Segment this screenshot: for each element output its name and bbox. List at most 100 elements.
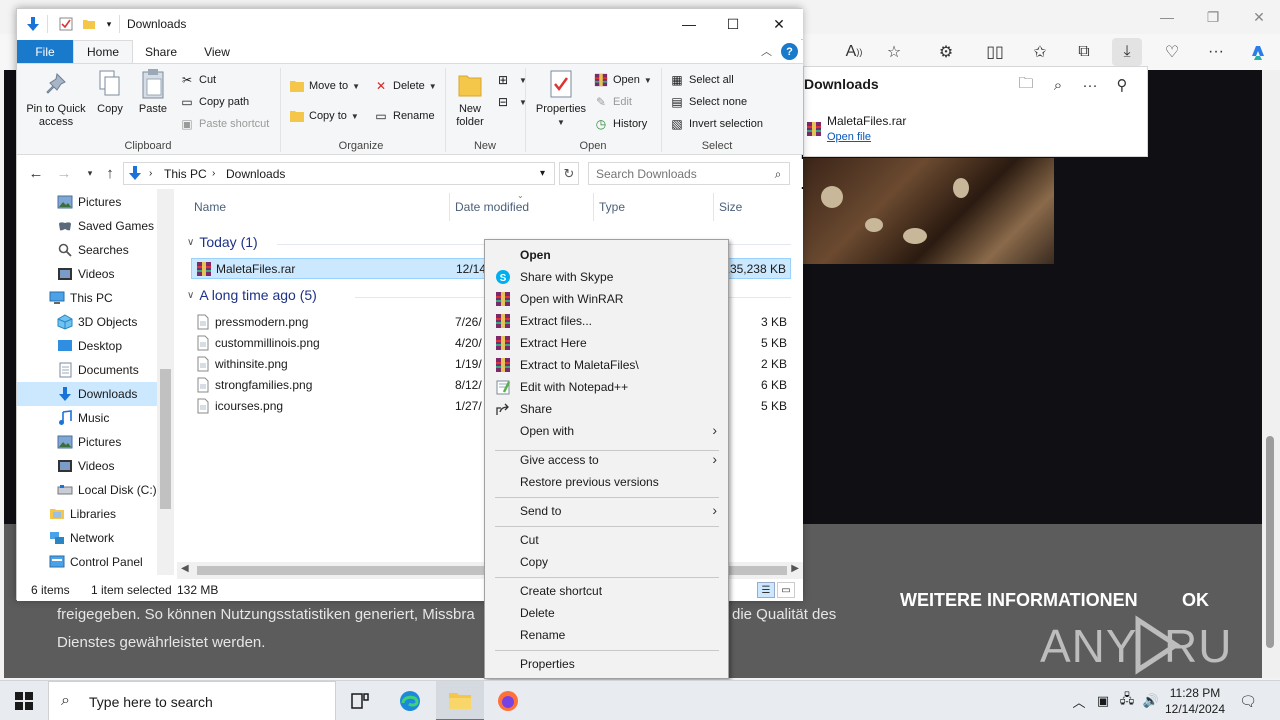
breadcrumb-downloads[interactable]: Downloads xyxy=(226,167,285,181)
more-options-icon[interactable]: ··· xyxy=(1080,75,1100,95)
copy-to-button[interactable]: Copy to ▼ xyxy=(289,108,359,124)
taskbar-search-box[interactable]: ⌕ Type here to search xyxy=(48,681,336,720)
read-aloud-icon[interactable]: A)) xyxy=(840,40,868,64)
delete-button[interactable]: ✕ Delete ▼ xyxy=(373,78,437,94)
start-button[interactable] xyxy=(0,681,48,720)
network-icon[interactable]: 🖧 xyxy=(1118,691,1136,710)
properties-button[interactable]: Properties ▼ xyxy=(531,68,591,129)
menu-item-share[interactable]: Share xyxy=(488,398,725,420)
forward-button[interactable]: → xyxy=(53,163,75,183)
help-icon[interactable]: ? xyxy=(781,43,798,60)
address-bar[interactable]: › This PC › Downloads ▾ xyxy=(123,162,555,185)
navigation-scroll-thumb[interactable] xyxy=(160,369,171,509)
scroll-left-icon[interactable]: ◀ xyxy=(181,563,189,574)
copy-path-button[interactable]: ▭ Copy path xyxy=(179,94,249,110)
nav-item-local-disk[interactable]: Local Disk (C:) xyxy=(17,478,157,502)
browser-minimize-button[interactable]: — xyxy=(1144,0,1190,34)
clock[interactable]: 11:28 PM 12/14/2024 xyxy=(1160,685,1230,717)
column-header-name[interactable]: Name xyxy=(194,200,226,214)
browser-restore-button[interactable]: ❐ xyxy=(1190,0,1236,34)
favorite-star-icon[interactable]: ☆ xyxy=(880,40,908,64)
nav-item-pictures[interactable]: Pictures xyxy=(17,190,157,214)
large-icons-view-icon[interactable]: ▭ xyxy=(777,582,795,598)
split-screen-icon[interactable]: ▯▯ xyxy=(981,40,1009,64)
column-separator[interactable] xyxy=(449,193,450,221)
tab-share[interactable]: Share xyxy=(137,40,185,63)
menu-item-open[interactable]: Open xyxy=(488,244,725,266)
cookie-ok-button[interactable]: OK xyxy=(1182,590,1209,611)
new-item-button[interactable]: ⊞ ▼ xyxy=(495,72,527,88)
show-hidden-icons-icon[interactable]: ︿ xyxy=(1070,692,1088,710)
breadcrumb-this-pc[interactable]: This PC xyxy=(164,167,207,181)
cut-button[interactable]: ✂ Cut xyxy=(179,72,216,88)
move-to-button[interactable]: Move to ▼ xyxy=(289,78,360,94)
column-separator[interactable] xyxy=(713,193,714,221)
minimize-button[interactable]: — xyxy=(666,9,712,39)
notification-icon[interactable]: 🗨 xyxy=(1238,691,1258,711)
nav-item-pictures[interactable]: Pictures xyxy=(17,430,157,454)
menu-item-share-skype[interactable]: S Share with Skype xyxy=(488,266,725,288)
address-dropdown-icon[interactable]: ▾ xyxy=(540,168,545,179)
nav-item-network[interactable]: Network xyxy=(17,526,157,550)
nav-item-this-pc[interactable]: This PC xyxy=(17,286,157,310)
new-folder-qat-icon[interactable] xyxy=(81,16,97,32)
pin-to-quick-access-button[interactable]: Pin to Quick access xyxy=(23,68,89,129)
details-view-icon[interactable]: ☰ xyxy=(757,582,775,598)
nav-item-documents[interactable]: Documents xyxy=(17,358,157,382)
maximize-button[interactable]: ☐ xyxy=(710,9,756,39)
menu-item-send-to[interactable]: Send to › xyxy=(488,500,725,522)
browser-essentials-icon[interactable]: ♡ xyxy=(1158,40,1186,64)
tab-view[interactable]: View xyxy=(193,40,241,63)
column-header-date[interactable]: Date modified xyxy=(455,200,529,214)
menu-item-open-winrar[interactable]: Open with WinRAR xyxy=(488,288,725,310)
refresh-icon[interactable]: ↻ xyxy=(559,162,579,185)
scroll-right-icon[interactable]: ▶ xyxy=(791,563,799,574)
task-view-button[interactable] xyxy=(336,681,384,720)
tray-device-icon[interactable]: ▣ xyxy=(1094,692,1112,710)
browser-close-button[interactable]: ✕ xyxy=(1236,0,1280,34)
group-header-long-ago[interactable]: ∨ A long time ago (5) xyxy=(187,287,317,303)
more-options-icon[interactable]: ··· xyxy=(1202,40,1230,64)
new-folder-button[interactable]: New folder xyxy=(449,68,491,129)
menu-item-cut[interactable]: Cut xyxy=(488,529,725,551)
column-header-type[interactable]: Type xyxy=(599,200,625,214)
recent-locations-button[interactable]: ▾ xyxy=(79,163,101,183)
nav-item-music[interactable]: Music xyxy=(17,406,157,430)
nav-item-saved-games[interactable]: Saved Games xyxy=(17,214,157,238)
invert-selection-button[interactable]: ▧ Invert selection xyxy=(669,116,763,132)
favorites-icon[interactable]: ✩ xyxy=(1026,40,1054,64)
search-icon[interactable]: ⌕ xyxy=(769,165,787,183)
collections-icon[interactable]: ⧉ xyxy=(1070,40,1098,64)
edit-button[interactable]: ✎ Edit xyxy=(593,94,632,110)
more-info-button[interactable]: WEITERE INFORMATIONEN xyxy=(900,590,1138,611)
open-folder-icon[interactable]: 🗀 xyxy=(1016,75,1036,95)
paste-shortcut-button[interactable]: ▣ Paste shortcut xyxy=(179,116,269,132)
group-header-today[interactable]: ∨ Today (1) xyxy=(187,234,258,250)
extensions-icon[interactable]: ⚙ xyxy=(932,40,960,64)
paste-button[interactable]: Paste xyxy=(135,68,171,116)
menu-item-give-access[interactable]: Give access to › xyxy=(488,449,725,471)
menu-item-restore[interactable]: Restore previous versions xyxy=(488,471,725,493)
browser-scroll-thumb[interactable] xyxy=(1266,436,1274,648)
menu-item-extract-files[interactable]: Extract files... xyxy=(488,310,725,332)
properties-qat-icon[interactable] xyxy=(58,16,74,32)
copilot-icon[interactable] xyxy=(1244,40,1272,64)
menu-item-create-shortcut[interactable]: Create shortcut xyxy=(488,580,725,602)
easy-access-button[interactable]: ⊟ ▼ xyxy=(495,94,527,110)
open-button[interactable]: Open ▼ xyxy=(593,72,652,88)
menu-item-copy[interactable]: Copy xyxy=(488,551,725,573)
file-explorer-taskbar-button[interactable] xyxy=(436,681,484,720)
nav-item-desktop[interactable]: Desktop xyxy=(17,334,157,358)
menu-item-extract-to[interactable]: Extract to MaletaFiles\ xyxy=(488,354,725,376)
edge-taskbar-button[interactable] xyxy=(386,681,434,720)
menu-item-rename[interactable]: Rename xyxy=(488,624,725,646)
firefox-taskbar-button[interactable] xyxy=(484,681,532,720)
up-button[interactable]: ↑ xyxy=(99,163,121,183)
open-file-link[interactable]: Open file xyxy=(827,131,871,143)
select-none-button[interactable]: ▤ Select none xyxy=(669,94,747,110)
customize-qat-icon[interactable]: ▾ xyxy=(101,16,117,32)
close-button[interactable]: ✕ xyxy=(756,9,802,39)
menu-item-extract-here[interactable]: Extract Here xyxy=(488,332,725,354)
nav-item-libraries[interactable]: Libraries xyxy=(17,502,157,526)
copy-button[interactable]: Copy xyxy=(93,68,127,116)
